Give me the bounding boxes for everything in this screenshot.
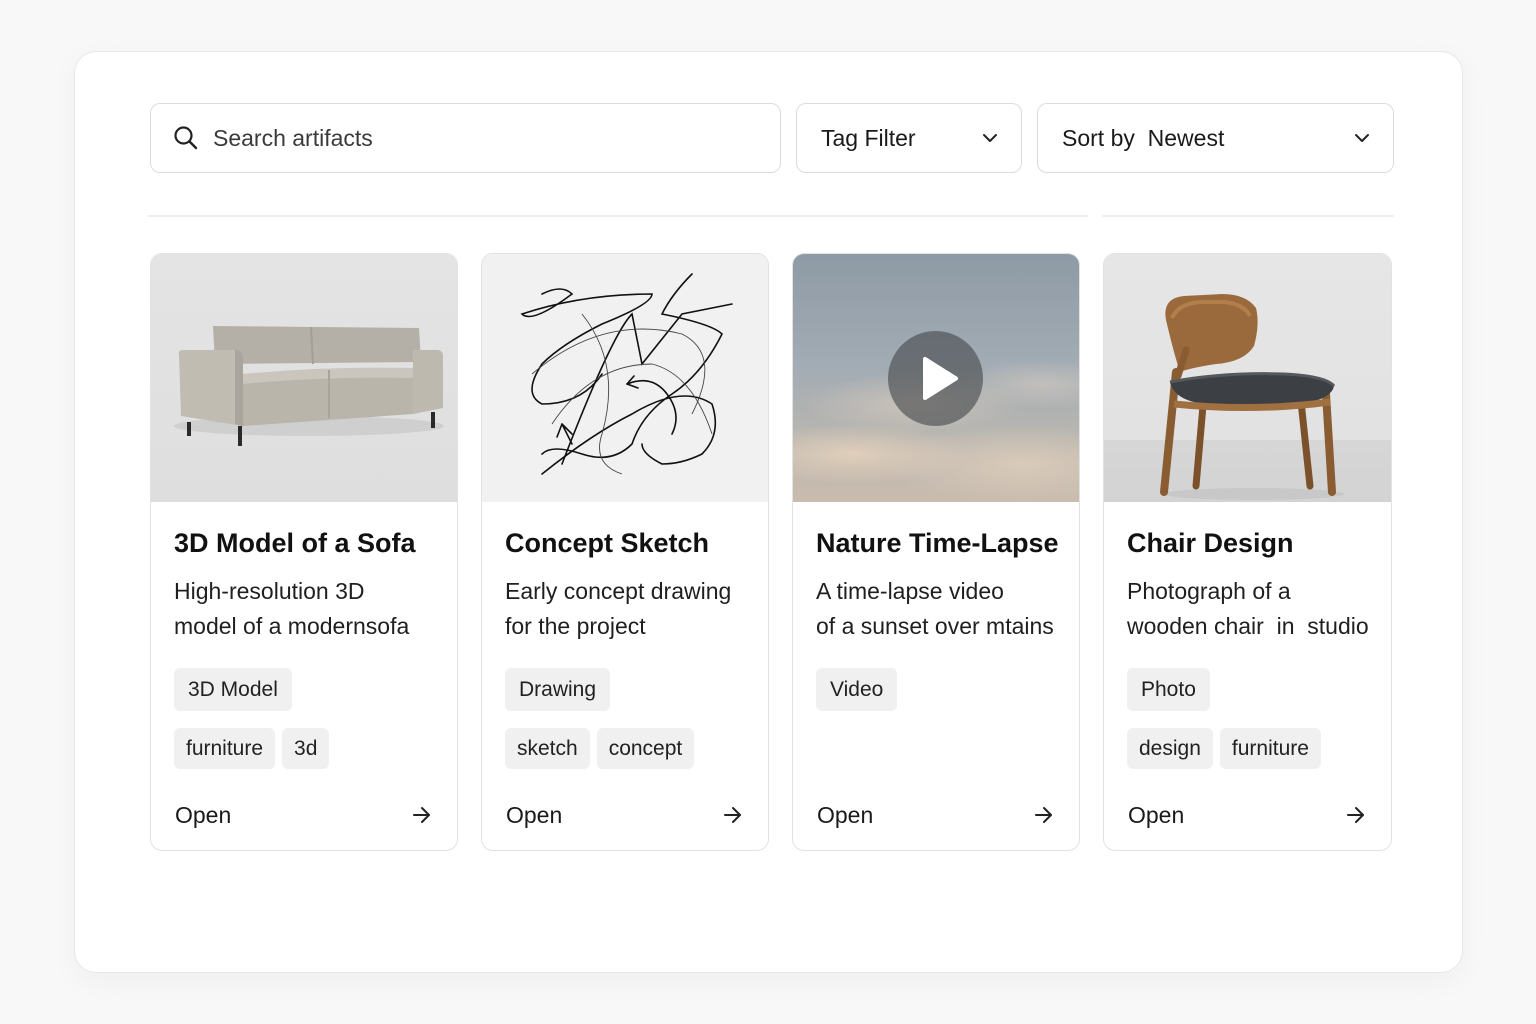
artifact-card-sketch[interactable]: Concept Sketch Early concept drawing for…: [481, 253, 769, 851]
card-title: Chair Design: [1127, 528, 1294, 558]
tag-chip[interactable]: 3d: [282, 728, 330, 769]
sketch-thumbnail: [482, 254, 768, 502]
open-label: Open: [506, 801, 563, 828]
sort-label: Sort by Newest: [1062, 124, 1225, 151]
chevron-down-icon: [1355, 134, 1369, 142]
card-description-line: High-resolution 3D: [174, 578, 365, 604]
tag-chip[interactable]: sketch: [505, 728, 590, 769]
open-button[interactable]: Open: [1128, 798, 1367, 832]
tag-filter-label: Tag Filter: [821, 124, 916, 151]
toolbar: Tag Filter Sort by Newest: [150, 103, 1394, 173]
chevron-down-icon: [983, 134, 997, 142]
divider: [148, 215, 1088, 217]
tag-filter-dropdown[interactable]: Tag Filter: [796, 103, 1022, 173]
artifact-card-sofa[interactable]: 3D Model of a Sofa High-resolution 3D mo…: [150, 253, 458, 851]
card-body: 3D Model of a Sofa High-resolution 3D mo…: [151, 502, 457, 850]
card-body: Nature Time-Lapse A time-lapse video of …: [793, 502, 1079, 850]
type-tag[interactable]: Photo: [1127, 668, 1210, 711]
type-tag[interactable]: Video: [816, 668, 898, 711]
tags-row: furniture 3d: [174, 728, 330, 769]
video-thumbnail: [793, 254, 1079, 502]
open-button[interactable]: Open: [175, 798, 433, 832]
card-title: Nature Time-Lapse: [816, 528, 1059, 558]
artifact-card-timelapse[interactable]: Nature Time-Lapse A time-lapse video of …: [792, 253, 1080, 851]
arrow-right-icon: [1035, 807, 1052, 823]
card-description-line: model of a modernsofa: [174, 613, 410, 639]
artifacts-panel: Tag Filter Sort by Newest: [74, 51, 1463, 973]
open-label: Open: [175, 801, 232, 828]
play-icon: [923, 357, 958, 400]
tag-chip[interactable]: furniture: [1219, 728, 1321, 769]
sort-dropdown[interactable]: Sort by Newest: [1037, 103, 1394, 173]
card-description: Early concept drawing for the project: [505, 574, 752, 644]
type-tag[interactable]: Drawing: [505, 668, 611, 711]
divider: [1102, 215, 1394, 217]
type-tag[interactable]: 3D Model: [174, 668, 292, 711]
card-description-line: Early concept drawing: [505, 578, 732, 604]
arrow-right-icon: [724, 807, 741, 823]
arrow-right-icon: [413, 807, 430, 823]
artifact-card-chair[interactable]: Chair Design Photograph of a wooden chai…: [1103, 253, 1392, 851]
open-button[interactable]: Open: [817, 798, 1055, 832]
tag-chip[interactable]: concept: [596, 728, 695, 769]
card-title: Concept Sketch: [505, 528, 710, 558]
card-description: High-resolution 3D model of a modernsofa: [174, 574, 441, 644]
card-body: Concept Sketch Early concept drawing for…: [482, 502, 768, 850]
play-button[interactable]: [888, 331, 983, 426]
search-input[interactable]: [213, 124, 733, 152]
card-description-line: of a sunset over mtains: [816, 613, 1054, 639]
card-description: Photograph of a wooden chair in studio: [1127, 574, 1375, 644]
chair-thumbnail: [1104, 254, 1391, 502]
search-icon: [174, 126, 198, 150]
tags-row: sketch concept: [505, 728, 695, 769]
open-label: Open: [1128, 801, 1185, 828]
card-description-line: A time-lapse video: [816, 578, 1004, 604]
tag-chip[interactable]: design: [1127, 728, 1213, 769]
tags-row: design furniture: [1127, 728, 1321, 769]
card-description: A time-lapse video of a sunset over mtai…: [816, 574, 1063, 644]
arrow-right-icon: [1347, 807, 1364, 823]
card-title: 3D Model of a Sofa: [174, 528, 416, 558]
open-button[interactable]: Open: [506, 798, 744, 832]
card-description-line: Photograph of a: [1127, 578, 1291, 604]
sofa-thumbnail: [151, 254, 457, 502]
card-description-line: wooden chair in studio: [1127, 613, 1369, 639]
tag-chip[interactable]: furniture: [174, 728, 276, 769]
card-description-line: for the project: [505, 613, 646, 639]
open-label: Open: [817, 801, 874, 828]
search-box[interactable]: [150, 103, 781, 173]
card-body: Chair Design Photograph of a wooden chai…: [1104, 502, 1391, 850]
